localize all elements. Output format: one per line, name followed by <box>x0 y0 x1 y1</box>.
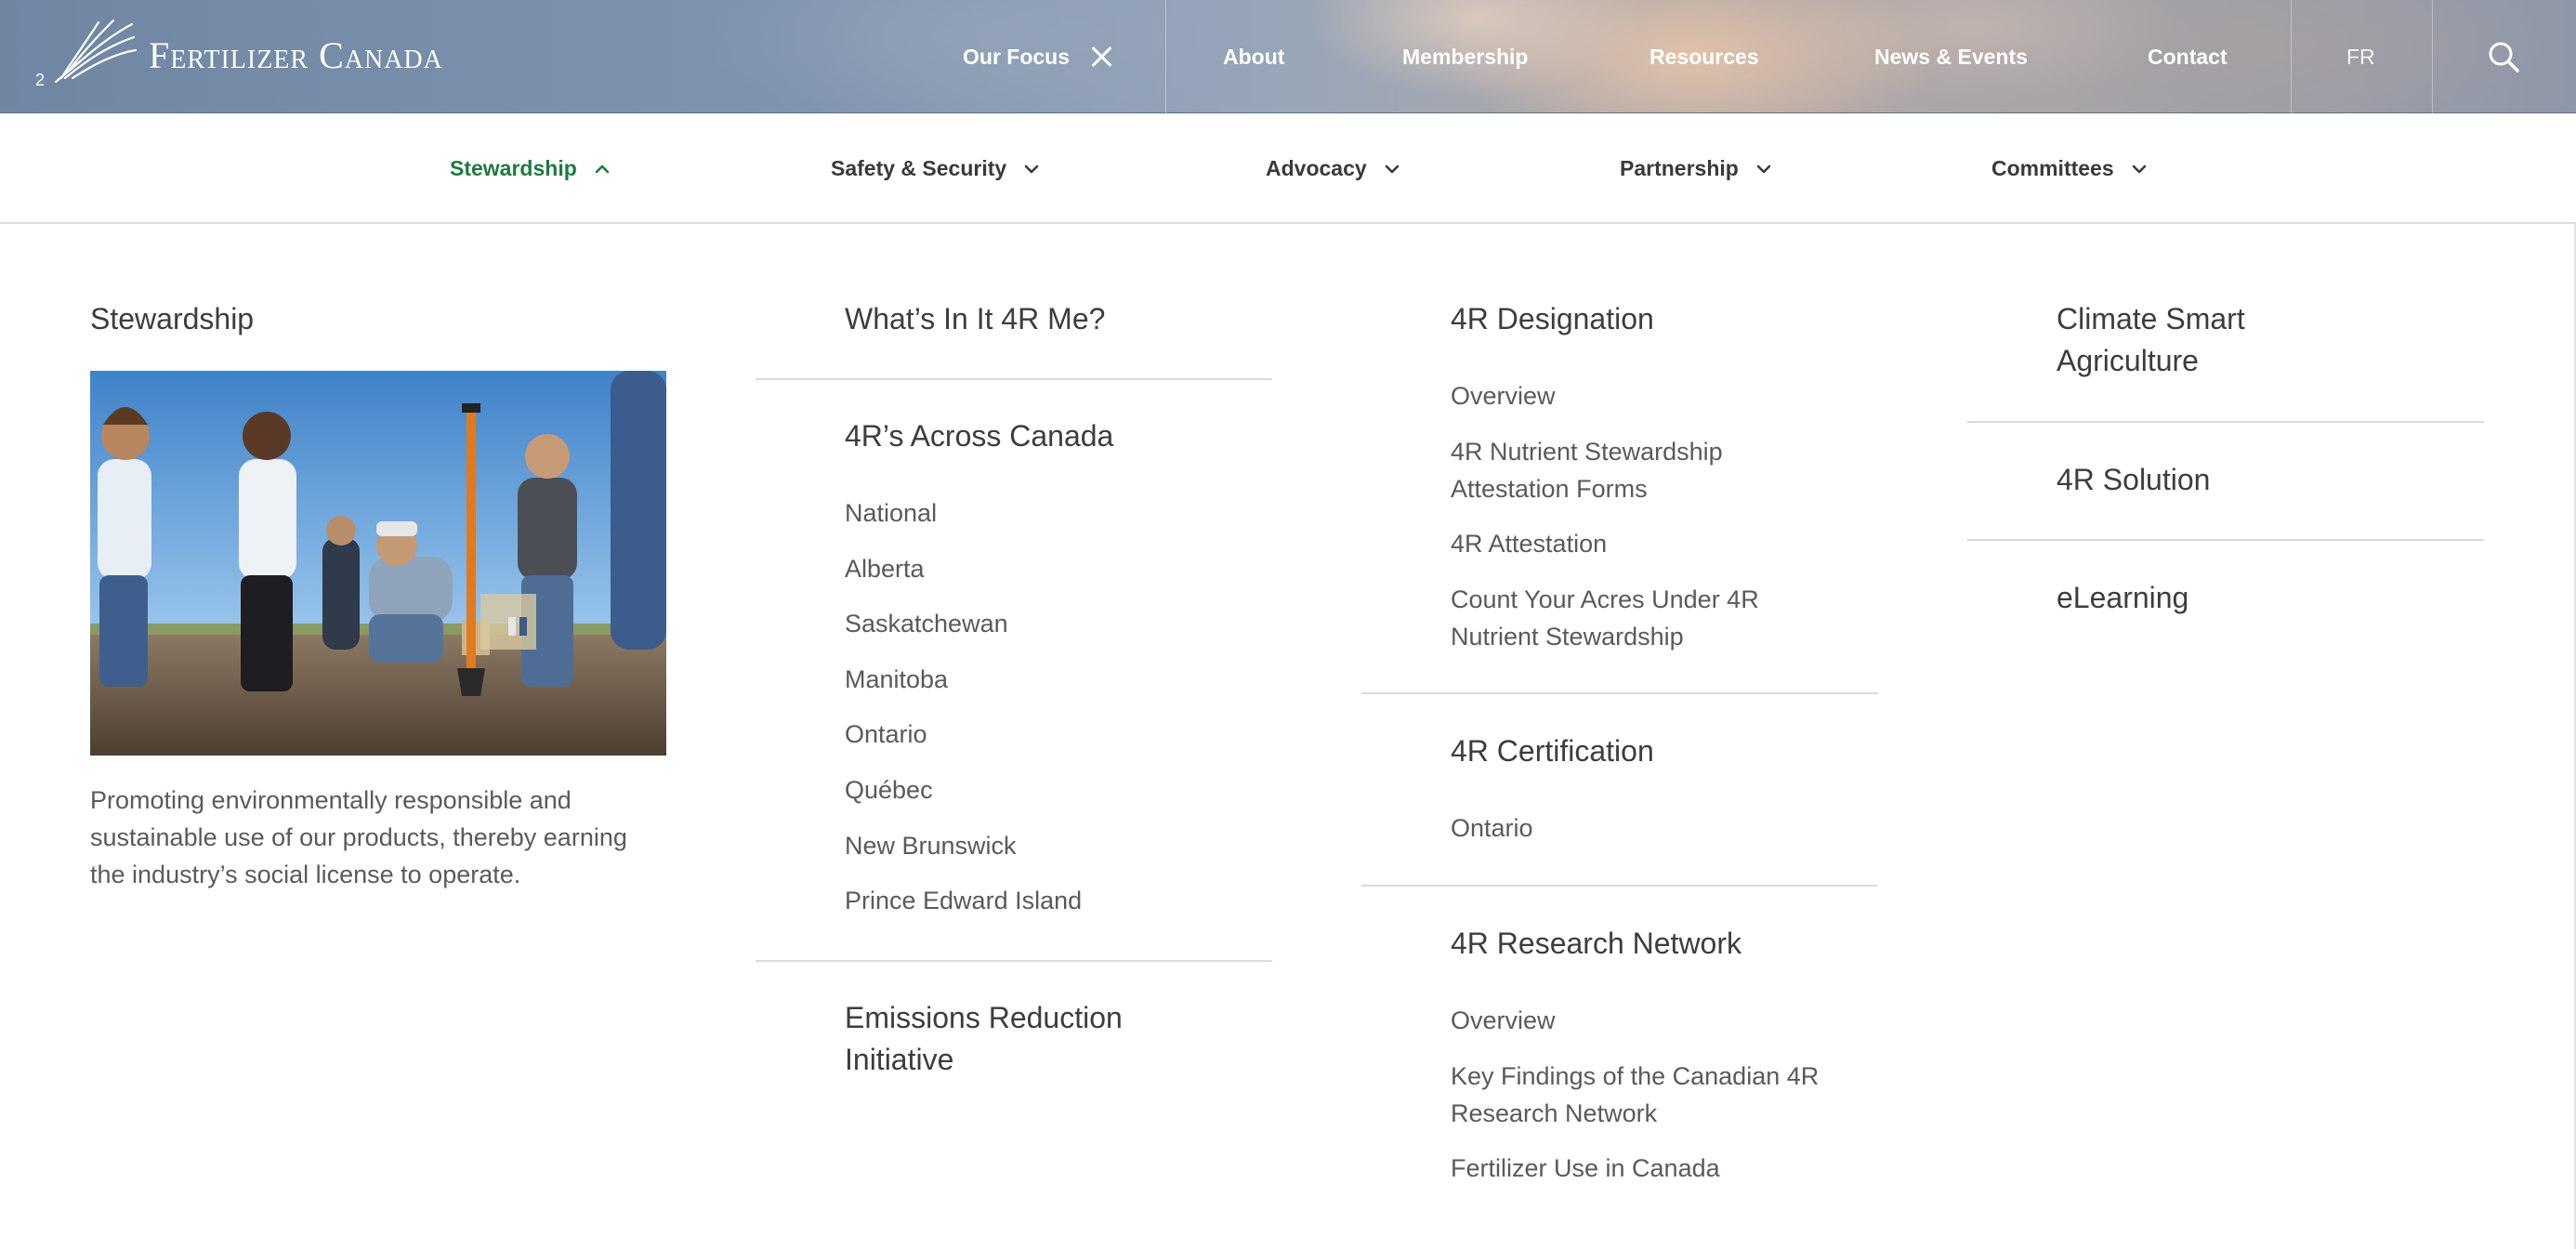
nav-divider <box>2432 0 2433 113</box>
menu-4r-certification[interactable]: 4R Certification <box>1451 730 1654 772</box>
subnav-partnership[interactable]: Partnership <box>1620 113 1772 224</box>
divider <box>1361 692 1878 694</box>
focus-subnav: Stewardship Safety & Security Advocacy P… <box>0 113 2576 224</box>
subnav-advocacy[interactable]: Advocacy <box>1266 113 1400 224</box>
divider <box>1967 421 2484 423</box>
across-canada-list: National Alberta Saskatchewan Manitoba O… <box>845 494 1082 938</box>
language-toggle[interactable]: FR <box>2346 0 2375 113</box>
link-manitoba[interactable]: Manitoba <box>845 661 1082 717</box>
svg-text:2: 2 <box>35 71 45 89</box>
subnav-label: Safety & Security <box>831 156 1007 180</box>
nav-our-focus-label: Our Focus <box>963 44 1071 69</box>
subnav-committees[interactable]: Committees <box>1991 113 2148 224</box>
nav-contact[interactable]: Contact <box>2148 0 2228 113</box>
nav-about[interactable]: About <box>1223 0 1284 113</box>
menu-4rs-across-canada[interactable]: 4R’s Across Canada <box>845 415 1113 457</box>
subnav-label: Partnership <box>1620 156 1739 180</box>
subnav-label: Advocacy <box>1266 156 1367 180</box>
link-national[interactable]: National <box>845 494 1082 550</box>
nav-membership[interactable]: Membership <box>1402 0 1528 113</box>
link-ontario[interactable]: Ontario <box>845 716 1082 771</box>
farmers-field-image <box>90 371 666 756</box>
nav-divider <box>2291 0 2292 113</box>
chevron-down-icon <box>1385 164 1399 173</box>
subnav-label: Stewardship <box>450 156 577 180</box>
menu-4r-designation[interactable]: 4R Designation <box>1451 298 1654 340</box>
link-fertilizer-use[interactable]: Fertilizer Use in Canada <box>1451 1150 1720 1187</box>
menu-whats-in-it-4r-me[interactable]: What’s In It 4R Me? <box>845 298 1105 340</box>
chevron-down-icon <box>2132 164 2146 173</box>
chevron-up-icon <box>595 164 610 173</box>
link-key-findings[interactable]: Key Findings of the Canadian 4R Research… <box>1451 1058 1822 1132</box>
divider <box>756 378 1272 380</box>
link-research-overview[interactable]: Overview <box>1451 1002 1556 1039</box>
search-icon[interactable] <box>2487 40 2520 73</box>
link-alberta[interactable]: Alberta <box>845 550 1082 606</box>
close-icon[interactable] <box>1090 46 1112 68</box>
link-new-brunswick[interactable]: New Brunswick <box>845 827 1082 883</box>
field-photo <box>90 371 666 756</box>
brand-name: Fertilizer Canada <box>149 33 443 76</box>
mega-menu-panel: Stewardship Promoting environmentally re… <box>0 224 2576 1249</box>
link-quebec[interactable]: Québec <box>845 771 1082 827</box>
link-attestation-forms[interactable]: 4R Nutrient Stewardship Attestation Form… <box>1451 433 1785 507</box>
divider <box>1361 885 1878 887</box>
menu-emissions-reduction-initiative[interactable]: Emissions Reduction Initiative <box>845 997 1179 1081</box>
stewardship-description: Promoting environmentally responsible an… <box>90 786 627 888</box>
section-title-stewardship[interactable]: Stewardship <box>90 298 254 340</box>
wheat-logo-icon: 2 <box>35 19 138 89</box>
nav-news-events[interactable]: News & Events <box>1874 0 2028 113</box>
menu-4r-solution[interactable]: 4R Solution <box>2057 459 2210 501</box>
link-designation-overview[interactable]: Overview <box>1451 377 1556 414</box>
divider <box>1967 539 2484 541</box>
menu-elearning[interactable]: eLearning <box>2057 577 2188 619</box>
link-prince-edward-island[interactable]: Prince Edward Island <box>845 882 1082 938</box>
chevron-down-icon <box>1756 164 1771 173</box>
site-header: 2 Fertilizer Canada Our Focus About Memb… <box>0 0 2576 113</box>
brand-logo[interactable]: 2 Fertilizer Canada <box>28 17 443 93</box>
link-4r-attestation[interactable]: 4R Attestation <box>1451 525 1607 562</box>
nav-resources[interactable]: Resources <box>1649 0 1759 113</box>
link-count-your-acres[interactable]: Count Your Acres Under 4R Nutrient Stewa… <box>1451 581 1785 655</box>
nav-our-focus[interactable]: Our Focus <box>963 0 1112 113</box>
menu-climate-smart-agriculture[interactable]: Climate Smart Agriculture <box>2057 298 2298 382</box>
link-saskatchewan[interactable]: Saskatchewan <box>845 605 1082 661</box>
chevron-down-icon <box>1024 164 1039 173</box>
subnav-stewardship[interactable]: Stewardship <box>450 113 611 224</box>
link-certification-ontario[interactable]: Ontario <box>1451 809 1533 847</box>
nav-divider <box>1165 0 1166 113</box>
menu-4r-research-network[interactable]: 4R Research Network <box>1451 923 1741 965</box>
subnav-safety-security[interactable]: Safety & Security <box>831 113 1040 224</box>
divider <box>756 960 1272 962</box>
subnav-label: Committees <box>1991 156 2114 180</box>
